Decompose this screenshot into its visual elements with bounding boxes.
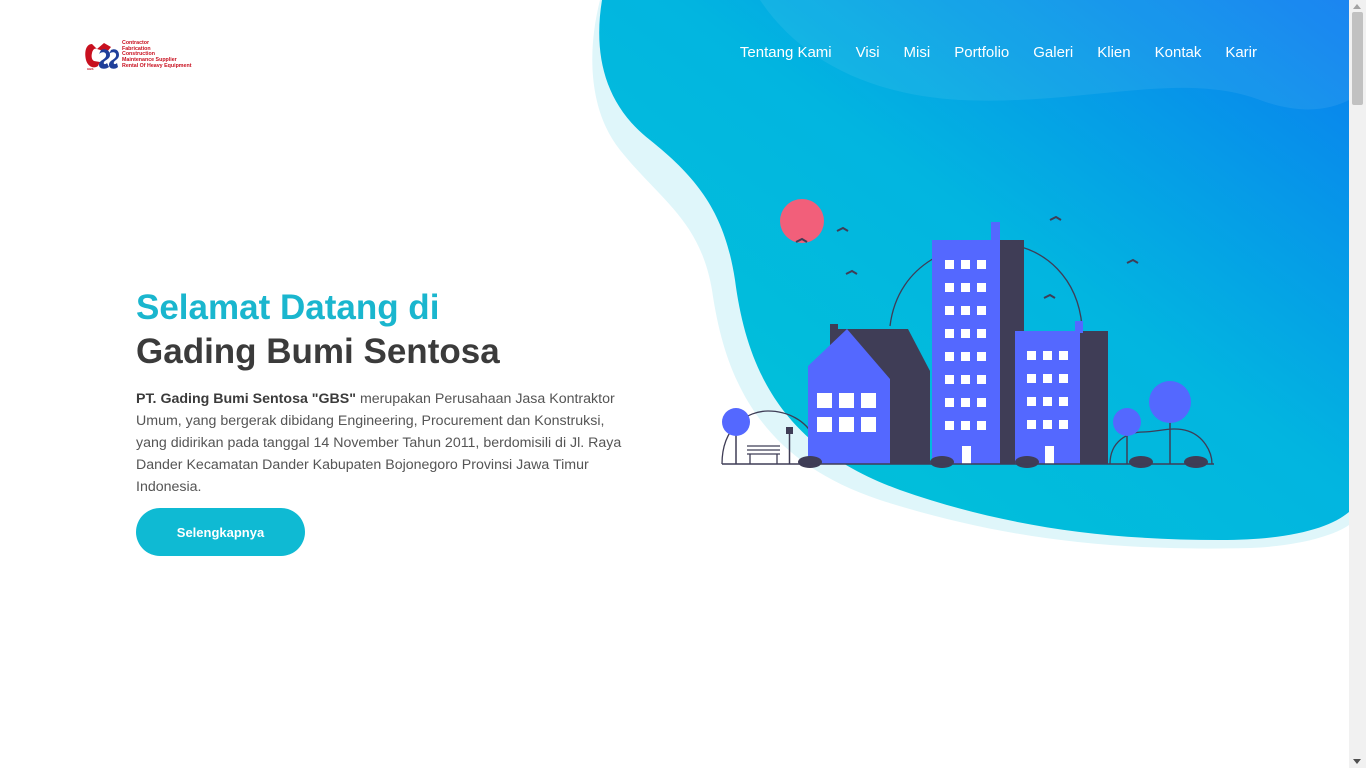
tree-crown [1113, 408, 1141, 436]
gbs-logo-icon: GBS [85, 43, 119, 71]
hero-title-welcome: Selamat Datang di [136, 288, 440, 327]
building-window [945, 421, 954, 430]
building-window [961, 398, 970, 407]
house-chimney [830, 324, 838, 338]
logo-tagline-line: Rental Of Heavy Equipment [122, 62, 192, 69]
scrollbar-thumb[interactable] [1352, 12, 1363, 105]
logo-mark-text: GBS [87, 67, 94, 71]
building-window [1059, 351, 1068, 360]
building-window [1027, 397, 1036, 406]
building-window [1043, 374, 1052, 383]
scroll-down-arrow-icon[interactable] [1353, 759, 1361, 764]
nav-item-kontak[interactable]: Kontak [1155, 44, 1202, 61]
bench-shape [747, 445, 780, 464]
mid-building-door [1045, 446, 1054, 464]
building-window [961, 306, 970, 315]
nav-item-klien[interactable]: Klien [1097, 44, 1130, 61]
building-window [977, 398, 986, 407]
building-window [977, 329, 986, 338]
building-window [977, 260, 986, 269]
building-window [961, 352, 970, 361]
bird-shape [1126, 258, 1139, 264]
building-window [961, 260, 970, 269]
building-window [977, 421, 986, 430]
tall-building-antenna [991, 222, 1000, 242]
city-illustration [721, 199, 1214, 468]
tree-crown [722, 408, 750, 436]
building-window [1027, 351, 1036, 360]
building-window [945, 398, 954, 407]
nav-item-galeri[interactable]: Galeri [1033, 44, 1073, 61]
main-navigation: Tentang Kami Visi Misi Portfolio Galeri … [740, 44, 1257, 61]
hero-description: PT. Gading Bumi Sentosa "GBS" merupakan … [136, 388, 636, 498]
nav-item-karir[interactable]: Karir [1225, 44, 1257, 61]
building-window [945, 352, 954, 361]
building-window [961, 283, 970, 292]
hero-text-block: Selamat Datang di Gading Bumi Sentosa PT… [136, 286, 636, 512]
bird-shape [1043, 293, 1056, 299]
building-window [1043, 420, 1052, 429]
nav-item-tentang-kami[interactable]: Tentang Kami [740, 44, 832, 61]
lamp-head [786, 427, 793, 434]
building-window [1059, 374, 1068, 383]
building-window [1027, 374, 1036, 383]
bird-shape [845, 269, 858, 275]
building-window [961, 375, 970, 384]
read-more-button[interactable]: Selengkapnya [136, 508, 305, 556]
bird-shape [1049, 215, 1062, 221]
building-window [945, 260, 954, 269]
nav-item-visi[interactable]: Visi [856, 44, 880, 61]
mid-building-shadow [1078, 331, 1108, 464]
nav-item-portfolio[interactable]: Portfolio [954, 44, 1009, 61]
scroll-up-arrow-icon[interactable] [1353, 4, 1361, 9]
building-window [945, 329, 954, 338]
logo-tagline: Contractor Fabrication Construction Main… [122, 40, 192, 70]
building-window [945, 283, 954, 292]
bird-shape [836, 226, 849, 232]
sun-shape [780, 199, 824, 243]
building-window [1027, 420, 1036, 429]
building-window [945, 306, 954, 315]
building-window [977, 283, 986, 292]
tall-building-door [962, 446, 971, 464]
building-window [1059, 397, 1068, 406]
building-window [977, 306, 986, 315]
company-logo[interactable]: GBS Contractor Fabrication Construction … [83, 40, 201, 72]
building-window [977, 352, 986, 361]
building-window [1043, 397, 1052, 406]
vertical-scrollbar[interactable] [1349, 0, 1366, 768]
hero-company-name: PT. Gading Bumi Sentosa "GBS" [136, 391, 356, 407]
tree-crown [1149, 381, 1191, 423]
building-window [1059, 420, 1068, 429]
hero-title-company: Gading Bumi Sentosa [136, 332, 500, 371]
nav-item-misi[interactable]: Misi [904, 44, 931, 61]
building-window [1043, 351, 1052, 360]
building-window [977, 375, 986, 384]
building-window [961, 329, 970, 338]
building-window [945, 375, 954, 384]
building-window [961, 421, 970, 430]
